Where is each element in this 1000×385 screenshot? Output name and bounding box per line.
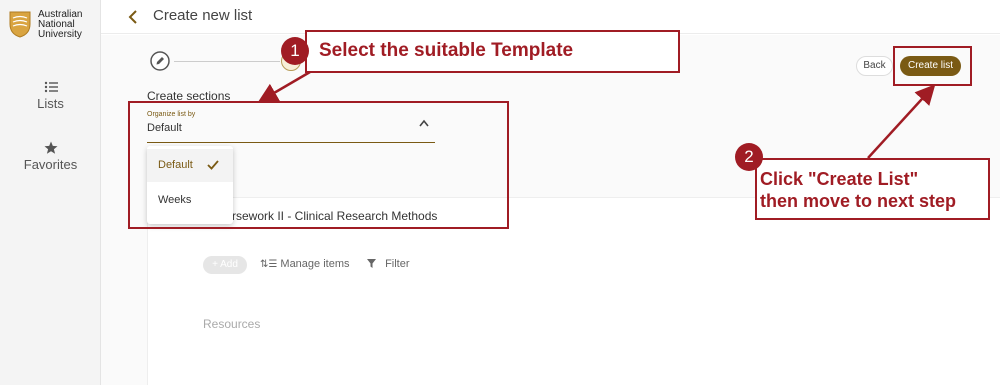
sidebar-item-lists[interactable]: Lists (0, 80, 101, 111)
annotation-step2-text: Click "Create List" then move to next st… (760, 168, 956, 212)
anu-logo[interactable]: Australian National University (8, 10, 82, 40)
crest-icon (9, 11, 31, 38)
manage-icon: ⇅☰ (260, 259, 278, 270)
pencil-icon (150, 51, 170, 71)
chevron-left-icon[interactable] (127, 10, 139, 24)
sidebar-item-label: Lists (37, 96, 64, 111)
star-icon (44, 141, 57, 154)
annotation-step2-line1: Click "Create List" (760, 169, 919, 189)
stepper-line (174, 61, 280, 62)
back-button[interactable]: Back (856, 56, 893, 76)
list-icon (44, 81, 58, 93)
filter-button[interactable]: Filter (367, 258, 410, 270)
sidebar-item-label: Favorites (23, 157, 78, 172)
filter-icon (367, 259, 376, 268)
annotation-step2-line2: then move to next step (760, 191, 957, 211)
resources-section-label: Resources (203, 317, 261, 331)
logo-line: University (38, 29, 82, 40)
manage-items-button[interactable]: ⇅☰ Manage items (260, 258, 350, 270)
add-button[interactable]: + Add (203, 256, 247, 274)
annotation-step2-number: 2 (735, 143, 763, 171)
manage-items-label: Manage items (280, 258, 350, 270)
annotation-template-highlight (128, 101, 509, 229)
sidebar: Australian National University Lists Fav… (0, 0, 101, 385)
page-title: Create new list (153, 7, 253, 24)
sidebar-item-favorites[interactable]: Favorites (0, 141, 101, 172)
annotation-create-button-highlight (893, 46, 972, 86)
annotation-step1-text: Select the suitable Template (319, 40, 574, 61)
logo-text: Australian National University (38, 10, 82, 40)
filter-label: Filter (385, 258, 410, 270)
annotation-step1-number: 1 (281, 37, 309, 65)
page-header: Create new list (101, 0, 1000, 34)
